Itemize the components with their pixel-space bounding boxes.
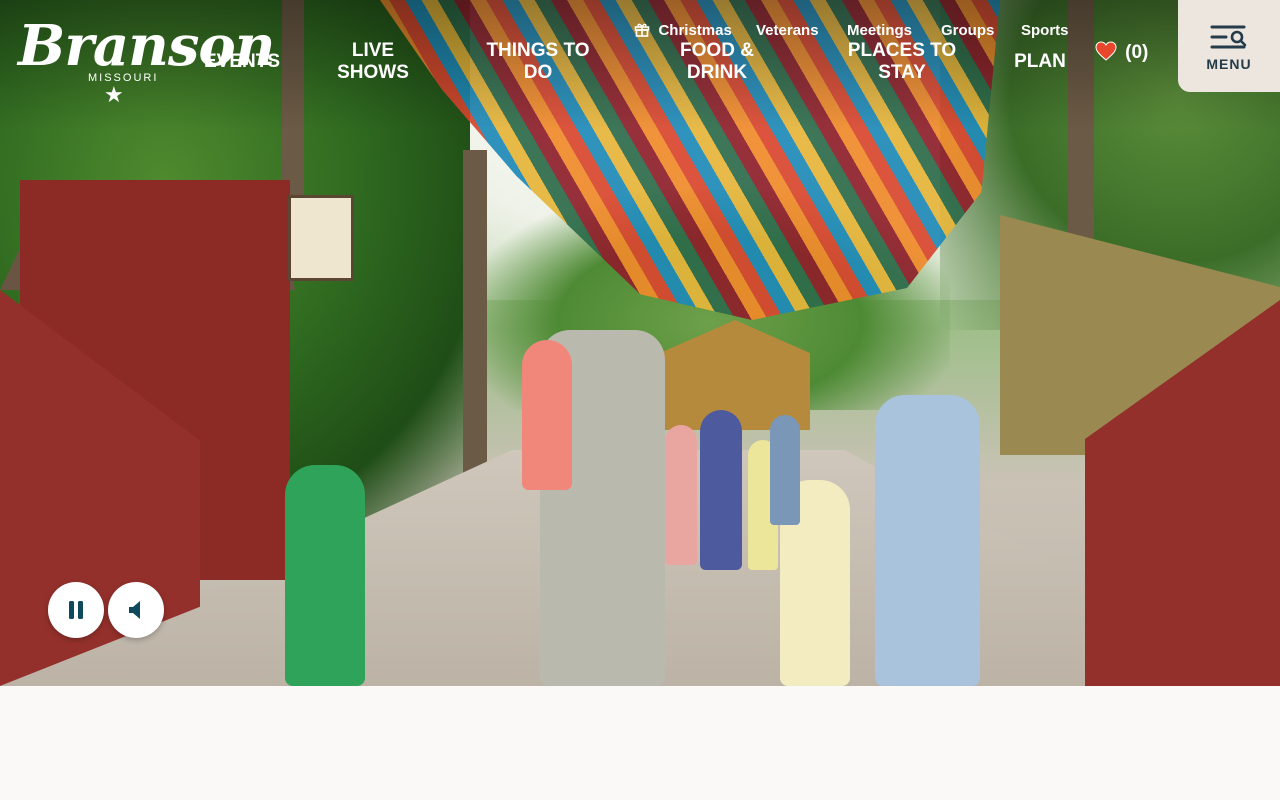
nav-label: STAY <box>878 62 926 83</box>
nav-things-to-do[interactable]: THINGS TO DO <box>478 40 598 84</box>
utility-link-label: Groups <box>941 22 995 39</box>
utility-link-label: Meetings <box>847 22 913 39</box>
utility-link-veterans[interactable]: Veterans <box>756 21 819 41</box>
person-boy <box>285 465 365 686</box>
favorites-link[interactable]: (0) <box>1095 40 1148 64</box>
nav-label: FOOD & <box>680 40 754 61</box>
branson-logo[interactable]: Branson MISSOURI ★ <box>18 18 275 110</box>
speaker-icon <box>129 601 140 619</box>
favorites-count: (0) <box>1125 42 1149 63</box>
nav-events[interactable]: EVENTS <box>203 51 281 73</box>
utility-link-christmas[interactable]: Christmas <box>634 21 732 41</box>
utility-link-label: Christmas <box>658 22 732 39</box>
nav-live-shows[interactable]: LIVE SHOWS <box>330 40 416 84</box>
utility-link-label: Sports <box>1021 22 1069 39</box>
utility-link-groups[interactable]: Groups <box>941 21 994 41</box>
nav-label: DRINK <box>686 62 748 83</box>
nav-label: EVENTS <box>203 51 281 72</box>
nav-food-drink[interactable]: FOOD & DRINK <box>666 40 768 84</box>
person-background <box>770 415 800 525</box>
pause-button[interactable] <box>48 582 104 638</box>
utility-link-sports[interactable]: Sports <box>1021 21 1069 41</box>
utility-link-meetings[interactable]: Meetings <box>847 21 912 41</box>
heart-icon <box>1095 38 1123 63</box>
person-child-held <box>522 340 572 490</box>
nav-label: THINGS TO <box>486 40 590 61</box>
utility-link-label: Veterans <box>756 22 819 39</box>
gift-icon <box>634 22 654 39</box>
person-background <box>700 410 742 570</box>
nav-plan[interactable]: PLAN <box>1008 51 1072 73</box>
person-background <box>665 425 697 565</box>
nav-label: SHOWS <box>337 62 409 83</box>
menu-search-icon <box>1210 25 1247 49</box>
person-woman <box>875 395 980 686</box>
menu-label: MENU <box>1206 56 1252 72</box>
nav-label: LIVE <box>351 40 395 61</box>
nav-label: PLACES TO <box>847 40 957 61</box>
nav-label: PLAN <box>1014 51 1066 72</box>
star-icon: ★ <box>104 82 124 107</box>
nav-places-to-stay[interactable]: PLACES TO STAY <box>840 40 964 84</box>
tree-trunk <box>463 150 487 500</box>
hanging-sign <box>288 195 354 281</box>
pause-icon <box>69 601 83 619</box>
menu-button[interactable]: MENU <box>1178 0 1280 92</box>
nav-label: DO <box>523 62 553 83</box>
mute-button[interactable] <box>108 582 164 638</box>
